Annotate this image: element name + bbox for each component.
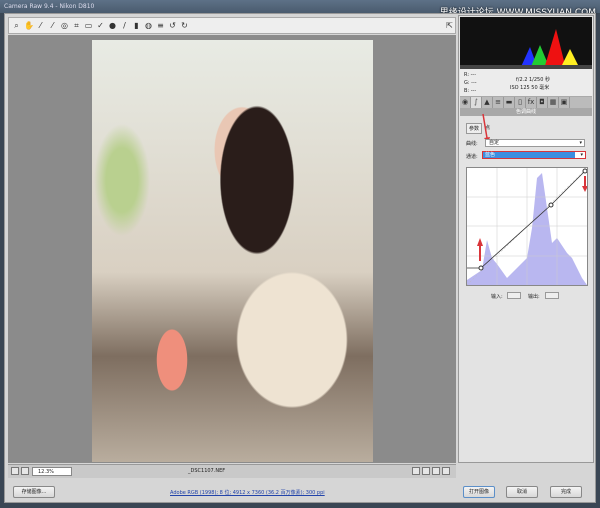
curve-point[interactable] [582,168,588,174]
workflow-options-link[interactable]: Adobe RGB (1998); 8 位; 4912 x 7360 (36.2… [170,489,325,496]
before-after-icon[interactable] [412,467,420,475]
tab-detail[interactable]: ▲ [482,97,493,108]
tab-lens[interactable]: ▯ [515,97,526,108]
chevron-down-icon: ▾ [579,140,582,146]
done-button[interactable]: 完成 [550,486,582,498]
curve-svg [466,167,588,286]
panel-tabs: ◉ ∫ ▲ ≡ ▬ ▯ fx ◘ ▦ ▣ [460,97,592,108]
white-balance-icon[interactable]: ⁄ [36,21,45,30]
curve-point[interactable] [478,265,484,271]
save-image-button[interactable]: 存储图像... [13,486,55,498]
tab-snapshots[interactable]: ▣ [559,97,570,108]
window-title: Camera Raw 9.4 - Nikon D810 [4,3,95,10]
preferences-icon[interactable]: ≡ [156,21,165,30]
red-eye-icon[interactable]: ● [108,21,117,30]
rotate-cw-icon[interactable]: ↻ [180,21,189,30]
r-label: R: --- [464,72,477,78]
tab-presets[interactable]: ▦ [548,97,559,108]
tone-curve-graph[interactable] [466,167,588,286]
graduated-filter-icon[interactable]: ▮ [132,21,141,30]
straighten-icon[interactable]: ▭ [84,21,93,30]
zoom-icon[interactable]: ⌕ [12,21,21,30]
open-image-button[interactable]: 打开图像 [463,486,495,498]
spot-removal-icon[interactable]: ✓ [96,21,105,30]
zoom-level-select[interactable]: 12.3% [32,467,72,476]
image-status-bar: 12.3% _DSC1107.NEF [8,464,456,478]
channel-value: 蓝色 [483,152,575,158]
histogram [460,17,592,69]
crop-icon[interactable]: ⌗ [72,21,81,30]
color-sampler-icon[interactable]: ⁄ [48,21,57,30]
zoom-in-button[interactable] [21,467,29,475]
tab-hsl[interactable]: ≡ [493,97,504,108]
channel-label: 通道: [466,154,478,160]
chevron-down-icon: ▾ [580,152,583,158]
rotate-ccw-icon[interactable]: ↺ [168,21,177,30]
tab-tone-curve[interactable]: ∫ [471,97,482,108]
curve-label: 曲线: [466,141,478,147]
targeted-adjustment-icon[interactable]: ◎ [60,21,69,30]
up-arrow-annotation-icon [477,238,483,261]
tab-camera-calibration[interactable]: ◘ [537,97,548,108]
photo-preview[interactable] [92,40,373,462]
file-name: _DSC1107.NEF [188,468,226,474]
b-label: B: --- [464,88,477,94]
fullscreen-icon[interactable]: ⇱ [445,21,454,30]
curve-point[interactable] [548,202,554,208]
swap-icon[interactable] [422,467,430,475]
toggle-icon[interactable] [442,467,450,475]
input-label: 输入: [491,294,503,300]
down-arrow-annotation-icon [582,176,588,192]
histogram-graph [460,29,592,69]
tab-split-toning[interactable]: ▬ [504,97,515,108]
copy-settings-icon[interactable] [432,467,440,475]
tab-fx[interactable]: fx [526,97,537,108]
curve-select[interactable]: 自定 ▾ [485,139,585,147]
toolbar: ⌕ ✋ ⁄ ⁄ ◎ ⌗ ▭ ✓ ● / ▮ ◍ ≡ ↺ ↻ [8,17,456,34]
camera-info: R: --- G: --- B: --- f/2.2 1/250 秒 ISO 1… [460,69,592,97]
radial-filter-icon[interactable]: ◍ [144,21,153,30]
hand-icon[interactable]: ✋ [24,21,34,30]
adjustment-brush-icon[interactable]: / [120,21,129,30]
cancel-button[interactable]: 取消 [506,486,538,498]
iso-focal: ISO 125 50 毫米 [510,85,550,91]
g-label: G: --- [464,80,477,86]
output-label: 输出: [528,294,540,300]
channel-select[interactable]: 蓝色 ▾ [482,151,586,159]
curve-value: 自定 [489,140,500,146]
zoom-out-button[interactable] [11,467,19,475]
tab-basic[interactable]: ◉ [460,97,471,108]
aperture-shutter: f/2.2 1/250 秒 [516,77,550,83]
input-field[interactable] [507,292,521,299]
output-field[interactable] [545,292,559,299]
